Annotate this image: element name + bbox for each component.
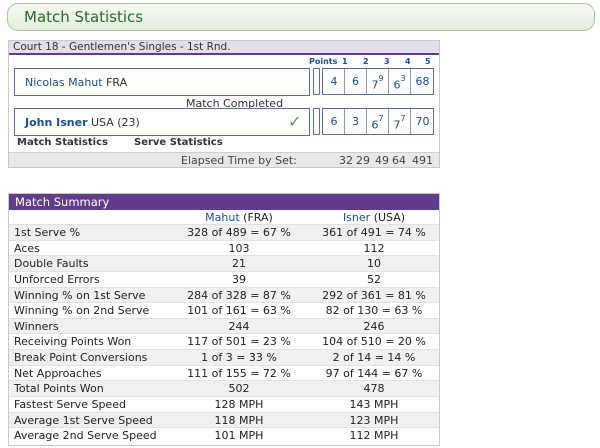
table-row: Average 2nd Serve Speed 101 MPH 112 MPH xyxy=(9,427,439,443)
score-cell: 77 xyxy=(388,109,410,134)
table-row: Average 1st Serve Speed 118 MPH 123 MPH xyxy=(9,411,439,428)
table-row: Winners 244 246 xyxy=(9,317,439,334)
points-cell xyxy=(313,68,320,95)
player2-link[interactable]: Isner xyxy=(343,211,370,224)
player-country: USA (23) xyxy=(87,116,140,129)
player2-header: Isner (USA) xyxy=(342,211,406,224)
set-header-5: 5 xyxy=(425,57,431,66)
court-line: Court 18 - Gentlemen's Singles - 1st Rnd… xyxy=(9,41,439,55)
summary-body: 1st Serve % 328 of 489 = 67 % 361 of 491 =… xyxy=(9,224,439,443)
player-name-link[interactable]: John Isner USA (23) xyxy=(25,116,140,129)
table-row: Double Faults 21 10 xyxy=(9,255,439,271)
player1-header: Mahut (FRA) xyxy=(205,211,273,224)
table-row: Winning % on 1st Serve 284 of 328 = 87 % 2… xyxy=(9,286,439,303)
points-cell xyxy=(313,108,320,135)
player-row-mahut: Nicolas Mahut FRA xyxy=(14,68,310,96)
table-row: Winning % on 2nd Serve 101 of 161 = 63 % 8… xyxy=(9,302,439,318)
score-cell: 4 xyxy=(330,75,338,88)
player1-link[interactable]: Mahut xyxy=(205,211,240,224)
score-cell: 79 xyxy=(366,69,388,94)
table-row: Unforced Errors 39 52 xyxy=(9,270,439,287)
match-summary-table: Match Summary Mahut (FRA) Isner (USA) 1s… xyxy=(8,193,440,446)
set-header-2: 2 xyxy=(363,57,369,66)
table-row: Fastest Serve Speed 128 MPH 143 MPH xyxy=(9,396,439,412)
table-row: Aces 103 112 xyxy=(9,239,439,256)
player-name[interactable]: Nicolas Mahut xyxy=(25,76,103,89)
player-country: FRA xyxy=(102,76,128,89)
set-header-3: 3 xyxy=(384,57,390,66)
table-row: 1st Serve % 328 of 489 = 67 % 361 of 491 =… xyxy=(9,224,439,240)
elapsed-value: 491 xyxy=(412,154,433,167)
player-name-link[interactable]: Nicolas Mahut FRA xyxy=(25,76,127,89)
set-header-4: 4 xyxy=(405,57,411,66)
score-box-isner: 6 3 67 77 70 xyxy=(322,108,434,135)
score-box-mahut: 4 6 79 63 68 xyxy=(322,68,434,95)
summary-title: Match Summary xyxy=(9,194,439,210)
check-icon: ✓ xyxy=(288,112,302,131)
page-title: Match Statistics xyxy=(24,8,144,26)
set-header-1: 1 xyxy=(342,57,348,66)
elapsed-value: 29 xyxy=(356,154,370,167)
player-name[interactable]: John Isner xyxy=(25,116,88,129)
score-cell: 6 xyxy=(344,69,366,94)
score-cell: 6 xyxy=(330,115,338,128)
table-row: Net Approaches 111 of 155 = 72 % 97 of 144… xyxy=(9,364,439,381)
points-header: Points xyxy=(309,57,338,66)
elapsed-label: Elapsed Time by Set: xyxy=(181,154,297,167)
score-cell: 67 xyxy=(366,109,388,134)
header-bar: Match Statistics xyxy=(7,3,595,31)
table-row: Total Points Won 502 478 xyxy=(9,380,439,397)
score-cell: 68 xyxy=(410,69,434,94)
summary-header-row: Mahut (FRA) Isner (USA) xyxy=(9,210,439,224)
score-cell: 3 xyxy=(344,109,366,134)
table-row: Break Point Conversions 1 of 3 = 33 % 2 of… xyxy=(9,349,439,365)
score-cell: 63 xyxy=(388,69,410,94)
scoreboard: Court 18 - Gentlemen's Singles - 1st Rnd… xyxy=(8,40,440,168)
elapsed-time-bar: Elapsed Time by Set: 32 29 49 64 491 xyxy=(9,152,439,167)
elapsed-value: 32 xyxy=(339,154,353,167)
elapsed-value: 64 xyxy=(392,154,406,167)
table-row: Receiving Points Won 117 of 501 = 23 % 104… xyxy=(9,333,439,349)
serve-statistics-link[interactable]: Serve Statistics xyxy=(134,137,223,148)
match-statistics-link[interactable]: Match Statistics xyxy=(17,137,108,148)
elapsed-value: 49 xyxy=(375,154,389,167)
score-cell: 70 xyxy=(410,109,434,134)
player-row-isner: John Isner USA (23) ✓ xyxy=(14,108,310,136)
